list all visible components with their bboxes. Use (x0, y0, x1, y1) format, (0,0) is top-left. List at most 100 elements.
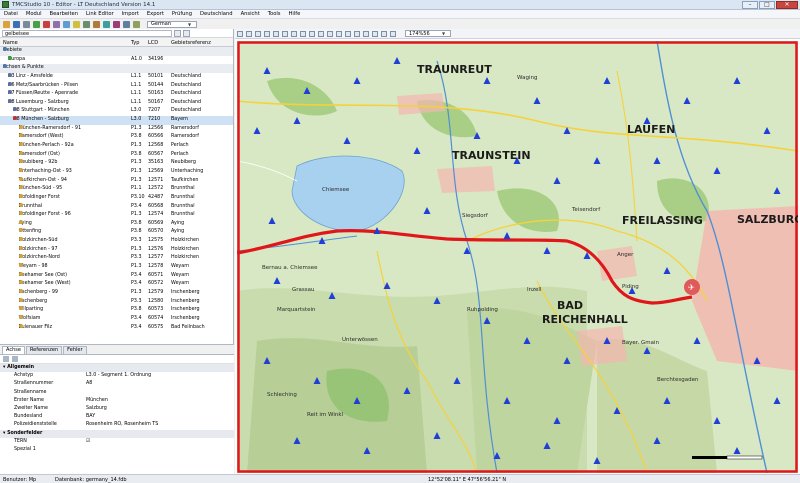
tree-row[interactable]: Irschenberg P3.3 12580 Irschenberg (0, 297, 233, 307)
zoom-extent-icon[interactable] (273, 30, 279, 37)
property-row[interactable]: Straßenname (0, 389, 234, 397)
menu-item[interactable]: Modul (26, 11, 42, 17)
layer-icon[interactable] (300, 30, 306, 37)
route-icon[interactable] (354, 30, 360, 37)
property-category[interactable]: ▾ Allgemein (0, 364, 234, 373)
tree-row[interactable]: München-Süd - 95 P1.1 12572 Brunnthal (0, 185, 233, 194)
tree-row[interactable]: Ramersdorf (West) P3.8 60566 Ramersdorf (0, 133, 233, 142)
menu-item[interactable]: Bearbeiten (50, 11, 79, 17)
topographic-map[interactable]: ✈ TRAUNREUT TRAUNSTEIN FREILASSING SALZBURG… (237, 41, 798, 473)
save-icon[interactable] (13, 20, 20, 28)
tree-row[interactable]: Taufkirchen-Ost - 94 P1.3 12571 Taufkirchen (0, 176, 233, 186)
property-row[interactable]: Achstyp L3.0 - Segment 1. Ordnung (0, 372, 234, 380)
select-icon[interactable] (345, 30, 351, 37)
tab-fehler[interactable]: Fehler (63, 346, 87, 354)
validate-icon[interactable] (133, 20, 140, 28)
point-icon[interactable] (309, 30, 315, 37)
search-input[interactable]: gelbeisee (2, 29, 172, 37)
property-value[interactable]: ☑ (86, 438, 90, 446)
area-icon[interactable] (327, 30, 333, 37)
open-icon[interactable] (3, 20, 10, 28)
maximize-button[interactable]: □ (759, 1, 775, 9)
tree-row[interactable]: Eulenauer Filz P3.4 60575 Bad Feilnbach (0, 323, 233, 333)
pan-icon[interactable] (246, 30, 252, 37)
col-name[interactable]: Name (3, 40, 18, 46)
tree-row[interactable]: Seehamer See (West) P3.4 60572 Weyarn (0, 280, 233, 289)
menu-item[interactable]: Export (147, 11, 164, 17)
menu-item[interactable]: Tools (268, 11, 281, 17)
menu-item[interactable]: Prüfung (172, 11, 192, 17)
tree-row[interactable]: Aying P3.8 60569 Aying (0, 219, 233, 229)
menu-item[interactable]: Deutschland (200, 11, 233, 17)
print-map-icon[interactable] (381, 30, 387, 37)
scale-select[interactable]: 174%56 ▼ (405, 30, 451, 37)
print-icon[interactable] (23, 20, 30, 28)
tree-row[interactable]: Holzkirchen - 97 P1.3 12576 Holzkirchen (0, 245, 233, 255)
tree-row[interactable]: München-Ramersdorf - 91 P1.3 12566 Ramersdo… (0, 124, 233, 134)
tree-row[interactable]: Brunnthal P3.4 60568 Brunnthal (0, 202, 233, 212)
sort-category-icon[interactable] (3, 356, 9, 362)
property-value[interactable]: L3.0 - Segment 1. Ordnung (86, 372, 151, 380)
zoom-in-icon[interactable] (255, 30, 261, 37)
property-value[interactable]: Salzburg (86, 405, 107, 413)
property-value[interactable]: München (86, 397, 108, 405)
tree-row[interactable]: A8 München - Salzburg L3.0 7210 Bayern (0, 116, 233, 125)
zoom-out-icon[interactable] (264, 30, 270, 37)
menu-item[interactable]: Import (122, 11, 139, 17)
info-icon[interactable] (336, 30, 342, 37)
map-canvas[interactable]: ✈ TRAUNREUT TRAUNSTEIN FREILASSING SALZBURG… (237, 41, 798, 473)
col-gebiet[interactable]: Gebietsreferenz (171, 40, 211, 46)
tree-row[interactable]: Achsen & Punkte (0, 64, 233, 73)
export-icon[interactable] (103, 20, 110, 28)
zoom-selection-icon[interactable] (282, 30, 288, 37)
search-button[interactable] (174, 29, 181, 37)
property-row[interactable]: Straßennummer A8 (0, 380, 234, 388)
tree-row[interactable]: Holzkirchen-Nord P3.3 12577 Holzkirchen (0, 254, 233, 263)
property-row[interactable]: TERN ☑ (0, 438, 234, 446)
tree-row[interactable]: Weyarn - 98 P1.3 12578 Weyarn (0, 263, 233, 272)
tree-row[interactable]: Gebiete (0, 47, 233, 56)
minimize-button[interactable]: – (742, 1, 758, 9)
property-row[interactable]: Polizeidienststelle Rosenheim RO, Rosenhe… (0, 421, 234, 429)
measure-icon[interactable] (291, 30, 297, 37)
settings-icon[interactable] (123, 20, 130, 28)
property-value[interactable]: Rosenheim RO, Rosenheim TS (86, 421, 158, 429)
add-icon[interactable] (33, 20, 40, 28)
tree-row[interactable]: Neubiberg - 92b P1.3 35163 Neubiberg (0, 159, 233, 168)
export-map-icon[interactable] (390, 30, 396, 37)
edit-icon[interactable] (53, 20, 60, 28)
line-icon[interactable] (318, 30, 324, 37)
property-value[interactable]: BAY (86, 413, 95, 421)
tree-row[interactable]: A3 Linz - Amsfelde L1.1 50101 Deutschland (0, 72, 233, 82)
close-button[interactable]: ✕ (776, 1, 798, 9)
filter-icon[interactable] (83, 20, 90, 28)
menu-item[interactable]: Ansicht (241, 11, 260, 17)
refresh-icon[interactable] (63, 20, 70, 28)
tree-row[interactable]: Ramersdorf (Ost) P3.8 60567 Perlach (0, 150, 233, 160)
tree-row[interactable]: Hofoldinger Forst P3.10 42487 Brunnthal (0, 193, 233, 203)
tree-row[interactable]: Unterhaching-Ost - 93 P1.3 12569 Unterhachi… (0, 167, 233, 177)
col-typ[interactable]: Typ (131, 40, 139, 46)
tree-row[interactable]: Wolfsiam P3.4 60574 Irschenberg (0, 314, 233, 324)
tree-row[interactable]: A7 Füssen/Reutte - Apenrade L1.1 50163 Deut… (0, 90, 233, 99)
menu-item[interactable]: Link Editor (86, 11, 114, 17)
tree-row[interactable]: Europa A1.0 34196 (0, 55, 233, 65)
link-icon[interactable] (93, 20, 100, 28)
grid-icon[interactable] (363, 30, 369, 37)
tab-referenzen[interactable]: Referenzen (25, 346, 63, 354)
check-icon[interactable] (73, 20, 80, 28)
tree-row[interactable]: München-Perlach - 92a P1.3 12568 Perlach (0, 142, 233, 151)
label-icon[interactable] (372, 30, 378, 37)
tree-row[interactable]: A8 Stuttgart - München L3.0 7207 Deutschlan… (0, 107, 233, 116)
property-row[interactable]: Zweiter Name Salzburg (0, 405, 234, 413)
sort-alpha-icon[interactable] (12, 356, 18, 362)
pointer-icon[interactable] (237, 30, 243, 37)
tree-row[interactable]: A8 Luxemburg - Salzburg L1.1 50167 Deutschl… (0, 98, 233, 108)
menu-item[interactable]: Hilfe (289, 11, 301, 17)
tree-row[interactable]: Ottenfing P3.8 60570 Aying (0, 228, 233, 237)
property-row[interactable]: Spezial 1 (0, 446, 234, 454)
tree-row[interactable]: Irschenberg - 99 P1.3 12579 Irschenberg (0, 288, 233, 298)
col-lcd[interactable]: LCD (148, 40, 158, 46)
property-row[interactable]: Erster Name München (0, 397, 234, 405)
tree-row[interactable]: Wilparting P3.8 60573 Irschenberg (0, 306, 233, 315)
